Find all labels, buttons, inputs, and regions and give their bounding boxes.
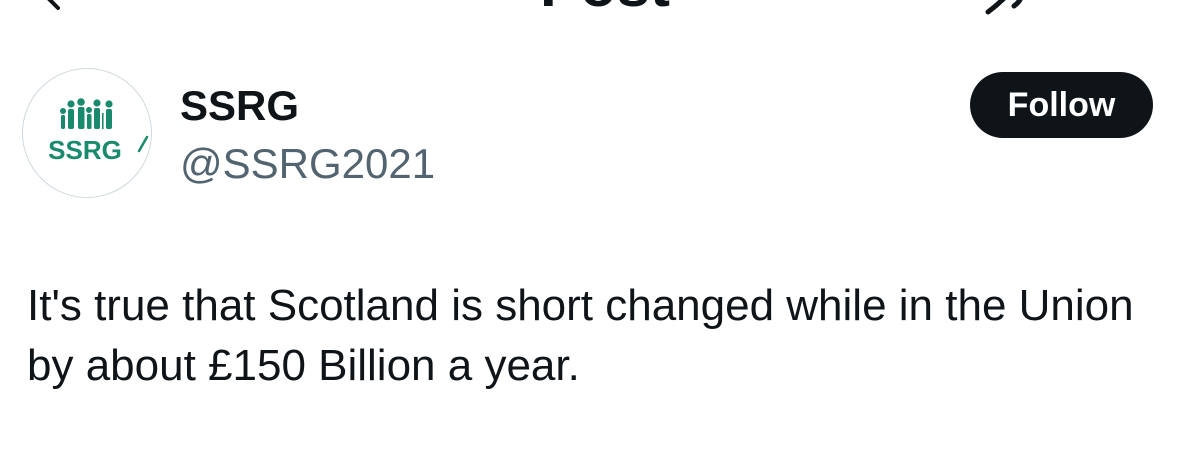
- post-page: Post: [0, 0, 1200, 459]
- avatar[interactable]: SSRG: [22, 68, 152, 198]
- post-text: It's true that Scotland is short changed…: [27, 281, 1134, 390]
- grok-icon[interactable]: [984, 0, 1028, 16]
- author-name[interactable]: SSRG: [180, 82, 299, 130]
- arrow-left-icon[interactable]: [36, 0, 76, 14]
- page-title: Post: [540, 0, 670, 16]
- top-bar: Post: [0, 0, 1200, 20]
- author-handle[interactable]: @SSRG2021: [180, 140, 435, 188]
- follow-button[interactable]: Follow: [970, 72, 1153, 138]
- avatar-logo-text: SSRG: [48, 135, 122, 165]
